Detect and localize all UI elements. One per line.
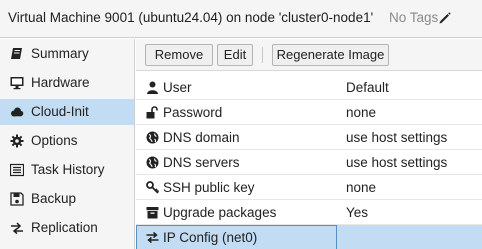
sidebar-item-hardware[interactable]: Hardware	[0, 70, 134, 96]
row-value: use host settings	[346, 130, 448, 145]
arrows-icon	[11, 222, 23, 235]
row-label: Upgrade packages	[163, 205, 277, 220]
sidebar-item-label: Backup	[31, 191, 77, 206]
edit-button[interactable]: Edit	[217, 44, 253, 66]
floppy-icon	[10, 192, 24, 206]
key-icon	[146, 181, 159, 194]
cloudinit-grid: User Default Password none DNS domain us…	[136, 72, 482, 249]
row-label: IP Config (net0)	[163, 230, 258, 245]
sidebar-item-label: Hardware	[31, 75, 90, 90]
regenerate-image-button[interactable]: Regenerate Image	[272, 44, 389, 66]
tags-label: No Tags	[389, 10, 439, 25]
row-label: DNS domain	[163, 130, 240, 145]
table-row-ssh-public-key[interactable]: SSH public key none	[136, 175, 482, 200]
sidebar-item-label: Cloud-Init	[31, 104, 89, 119]
globe-icon	[146, 156, 159, 169]
remove-button[interactable]: Remove	[145, 44, 213, 66]
table-row-user[interactable]: User Default	[136, 75, 482, 100]
table-row-dns-domain[interactable]: DNS domain use host settings	[136, 125, 482, 150]
sidebar-item-replication[interactable]: Replication	[0, 215, 134, 241]
row-label: DNS servers	[163, 155, 240, 170]
row-label: SSH public key	[163, 180, 255, 195]
book-icon	[11, 48, 22, 59]
pencil-icon[interactable]	[438, 11, 452, 25]
sidebar-item-task-history[interactable]: Task History	[0, 157, 134, 183]
archive-icon	[146, 207, 159, 219]
table-row-ip-config-net0[interactable]: IP Config (net0)	[136, 225, 482, 249]
row-value: Default	[346, 80, 389, 95]
sidebar-item-backup[interactable]: Backup	[0, 186, 134, 212]
list-icon	[10, 163, 24, 177]
toolbar-separator	[262, 47, 263, 63]
sidebar-item-cloud-init[interactable]: Cloud-Init	[0, 99, 134, 125]
row-value: Yes	[346, 205, 369, 220]
row-value: use host settings	[346, 155, 448, 170]
page-title: Virtual Machine 9001 (ubuntu24.04) on no…	[8, 10, 374, 25]
table-row-dns-servers[interactable]: DNS servers use host settings	[136, 150, 482, 175]
table-row-password[interactable]: Password none	[136, 100, 482, 125]
sidebar-item-options[interactable]: Options	[0, 128, 134, 154]
row-value: none	[346, 105, 377, 120]
user-icon	[147, 81, 158, 94]
row-label: Password	[163, 105, 223, 120]
sidebar-item-label: Task History	[31, 162, 105, 177]
sidebar-item-label: Options	[31, 133, 78, 148]
cloud-icon	[11, 107, 24, 117]
monitor-icon	[10, 77, 24, 90]
sidebar-item-summary[interactable]: Summary	[0, 41, 134, 67]
row-label: User	[163, 80, 192, 95]
gear-icon	[10, 134, 24, 148]
sidebar-item-label: Replication	[31, 220, 98, 235]
sidebar: Summary Hardware Cloud-Init Options Task…	[0, 39, 135, 249]
unlock-icon	[146, 106, 158, 119]
row-value: none	[346, 180, 377, 195]
sidebar-item-label: Summary	[31, 46, 89, 61]
globe-icon	[146, 131, 159, 144]
toolbar: Remove Edit Regenerate Image	[136, 39, 482, 71]
table-row-upgrade-packages[interactable]: Upgrade packages Yes	[136, 200, 482, 225]
exchange-icon	[146, 231, 159, 244]
vm-title-bar: Virtual Machine 9001 (ubuntu24.04) on no…	[0, 0, 482, 38]
